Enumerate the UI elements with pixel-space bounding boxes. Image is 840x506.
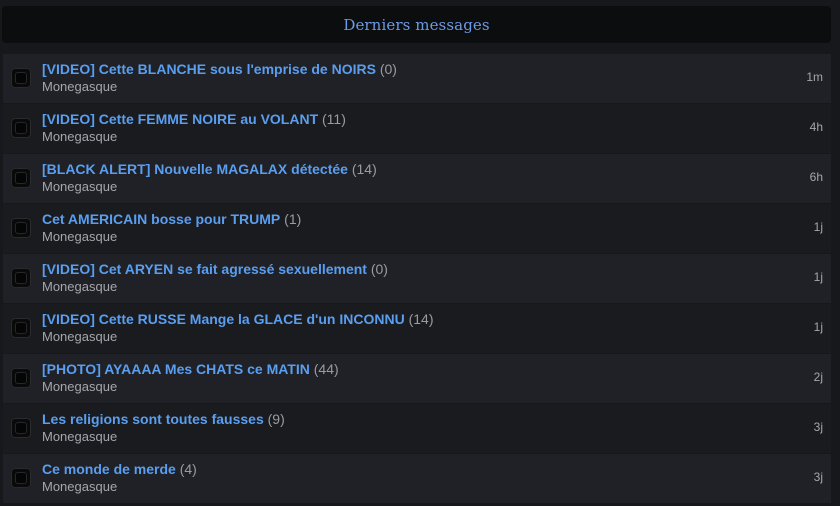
topic-author[interactable]: Monegasque [42,379,339,395]
user-avatar-icon[interactable] [11,318,31,338]
topic-row: Cet AMERICAIN bosse pour TRUMP (1) Moneg… [3,204,831,253]
latest-messages-panel: Derniers messages [VIDEO] Cette BLANCHE … [0,0,840,506]
user-avatar-icon[interactable] [11,468,31,488]
topic-text: [BLACK ALERT] Nouvelle MAGALAX détectée … [42,161,377,195]
topic-time: 1j [813,320,823,334]
topic-author[interactable]: Monegasque [42,179,377,195]
user-avatar-icon[interactable] [11,118,31,138]
topic-row: [VIDEO] Cette BLANCHE sous l'emprise de … [3,54,831,103]
user-avatar-icon[interactable] [11,268,31,288]
topic-title-line: [VIDEO] Cette FEMME NOIRE au VOLANT (11) [42,111,346,128]
topic-author[interactable]: Monegasque [42,129,346,145]
reply-count: (14) [351,161,377,177]
topic-text: [VIDEO] Cette RUSSE Mange la GLACE d'un … [42,311,433,345]
reply-count: (0) [379,61,397,77]
topic-text: Ce monde de merde (4) Monegasque [42,461,197,495]
topic-text: Les religions sont toutes fausses (9) Mo… [42,411,285,445]
topic-row: [BLACK ALERT] Nouvelle MAGALAX détectée … [3,154,831,203]
panel-title: Derniers messages [343,15,490,34]
topic-title-link[interactable]: Les religions sont toutes fausses [42,411,264,427]
topic-time: 4h [809,120,823,134]
topic-text: Cet AMERICAIN bosse pour TRUMP (1) Moneg… [42,211,301,245]
reply-count: (1) [284,211,302,227]
topic-title-link[interactable]: [VIDEO] Cet ARYEN se fait agressé sexuel… [42,261,367,277]
topic-author[interactable]: Monegasque [42,229,301,245]
topic-text: [VIDEO] Cette BLANCHE sous l'emprise de … [42,61,397,95]
topic-time: 2j [813,370,823,384]
user-avatar-icon[interactable] [11,368,31,388]
topic-list: [VIDEO] Cette BLANCHE sous l'emprise de … [3,54,831,504]
reply-count: (4) [179,461,197,477]
topic-title-line: [BLACK ALERT] Nouvelle MAGALAX détectée … [42,161,377,178]
topic-author[interactable]: Monegasque [42,329,433,345]
topic-row: [PHOTO] AYAAAA Mes CHATS ce MATIN (44) M… [3,354,831,403]
topic-text: [VIDEO] Cet ARYEN se fait agressé sexuel… [42,261,388,295]
topic-time: 1j [813,270,823,284]
topic-author[interactable]: Monegasque [42,429,285,445]
topic-title-link[interactable]: [VIDEO] Cette RUSSE Mange la GLACE d'un … [42,311,405,327]
reply-count: (0) [370,261,388,277]
topic-author[interactable]: Monegasque [42,279,388,295]
reply-count: (9) [267,411,285,427]
topic-row: [VIDEO] Cet ARYEN se fait agressé sexuel… [3,254,831,303]
topic-text: [PHOTO] AYAAAA Mes CHATS ce MATIN (44) M… [42,361,339,395]
topic-row: Ce monde de merde (4) Monegasque 3j [3,454,831,503]
topic-time: 1m [806,70,823,84]
user-avatar-icon[interactable] [11,68,31,88]
topic-row: [VIDEO] Cette FEMME NOIRE au VOLANT (11)… [3,104,831,153]
topic-title-line: Cet AMERICAIN bosse pour TRUMP (1) [42,211,301,228]
user-avatar-icon[interactable] [11,168,31,188]
topic-title-line: [VIDEO] Cette RUSSE Mange la GLACE d'un … [42,311,433,328]
topic-title-link[interactable]: Ce monde de merde [42,461,176,477]
topic-text: [VIDEO] Cette FEMME NOIRE au VOLANT (11)… [42,111,346,145]
topic-title-link[interactable]: [VIDEO] Cette FEMME NOIRE au VOLANT [42,111,318,127]
topic-time: 1j [813,220,823,234]
topic-row: [VIDEO] Cette RUSSE Mange la GLACE d'un … [3,304,831,353]
user-avatar-icon[interactable] [11,418,31,438]
topic-title-line: [VIDEO] Cet ARYEN se fait agressé sexuel… [42,261,388,278]
topic-time: 3j [813,420,823,434]
topic-title-line: Ce monde de merde (4) [42,461,197,478]
topic-title-link[interactable]: [BLACK ALERT] Nouvelle MAGALAX détectée [42,161,348,177]
topic-title-link[interactable]: Cet AMERICAIN bosse pour TRUMP [42,211,280,227]
topic-title-line: [VIDEO] Cette BLANCHE sous l'emprise de … [42,61,397,78]
topic-title-link[interactable]: [PHOTO] AYAAAA Mes CHATS ce MATIN [42,361,310,377]
topic-row: Les religions sont toutes fausses (9) Mo… [3,404,831,453]
topic-time: 3j [813,470,823,484]
topic-time: 6h [809,170,823,184]
topic-author[interactable]: Monegasque [42,479,197,495]
topic-title-link[interactable]: [VIDEO] Cette BLANCHE sous l'emprise de … [42,61,376,77]
reply-count: (44) [313,361,339,377]
reply-count: (14) [408,311,434,327]
topic-author[interactable]: Monegasque [42,79,397,95]
topic-title-line: [PHOTO] AYAAAA Mes CHATS ce MATIN (44) [42,361,339,378]
reply-count: (11) [322,111,346,127]
user-avatar-icon[interactable] [11,218,31,238]
panel-header: Derniers messages [2,6,831,43]
topic-title-line: Les religions sont toutes fausses (9) [42,411,285,428]
